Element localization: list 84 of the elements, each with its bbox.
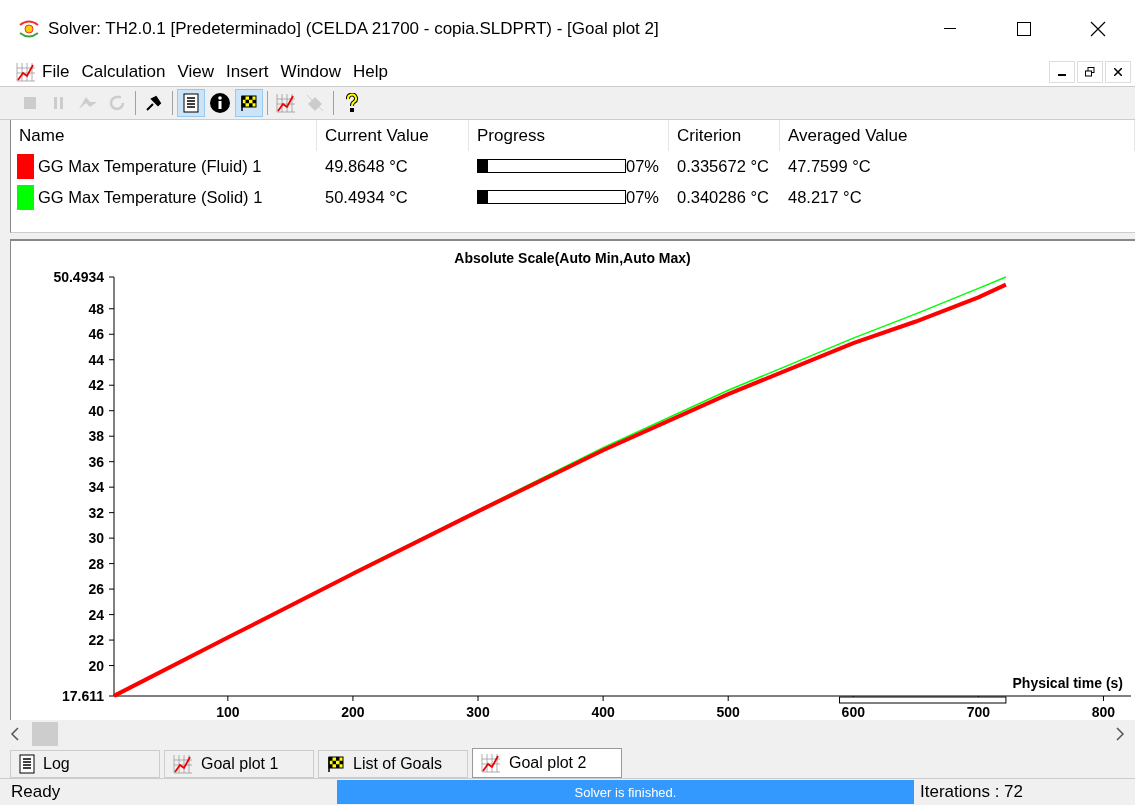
- refresh-icon: [108, 93, 126, 112]
- x-tick-label: 400: [591, 703, 615, 719]
- close-icon: [1114, 67, 1122, 76]
- column-header[interactable]: Current Value: [317, 119, 469, 151]
- averaged-value: 48.217 °C: [787, 187, 863, 207]
- scroll-left-icon[interactable]: [10, 727, 20, 742]
- chart-title: Absolute Scale(Auto Min,Auto Max): [454, 249, 691, 266]
- window-title: Solver: TH2.0.1 [Predeterminado] (CELDA 21700 - copia.SLDPRT) - [Goal plot 2]: [48, 19, 660, 39]
- current-value: 50.4934 °C: [324, 187, 409, 207]
- document-icon: [183, 92, 199, 113]
- tab[interactable]: Goal plot 1: [164, 750, 314, 778]
- menu-item[interactable]: Calculation: [75, 61, 172, 82]
- toolbar-button[interactable]: [177, 88, 205, 117]
- column-header[interactable]: Averaged Value: [780, 119, 1135, 151]
- close-icon: [1090, 21, 1106, 37]
- x-tick-label: 300: [466, 703, 490, 719]
- menu-item[interactable]: Window: [274, 61, 348, 82]
- progress-text: 07%: [626, 187, 660, 207]
- scroll-right-icon[interactable]: [1115, 727, 1125, 742]
- criterion-value: 0.335672 °C: [676, 156, 770, 176]
- menu-item[interactable]: Insert: [220, 61, 275, 82]
- y-tick-label: 32: [88, 504, 104, 521]
- info-icon: [209, 91, 231, 114]
- x-tick-label: 100: [216, 703, 240, 719]
- maximize-icon: [1017, 22, 1031, 36]
- tab[interactable]: Goal plot 2: [472, 748, 622, 778]
- minimize-icon: [1058, 73, 1066, 76]
- y-tick-label: 50.4934: [53, 268, 104, 285]
- graph-icon: [16, 61, 36, 82]
- app-logo-icon: [18, 20, 40, 38]
- x-tick-label: 700: [966, 703, 991, 719]
- column-header[interactable]: Name: [11, 119, 317, 151]
- x-tick-label: 600: [841, 703, 865, 719]
- graph-icon: [481, 753, 501, 773]
- x-axis-label: Physical time (s): [1012, 674, 1123, 691]
- column-header[interactable]: Progress: [469, 119, 669, 151]
- graph-icon: [173, 754, 193, 774]
- goal-name: GG Max Temperature (Fluid) 1: [38, 156, 262, 176]
- y-tick-label: 36: [88, 453, 104, 470]
- iterations-count: Iterations : 72: [919, 782, 1023, 802]
- stop-icon: [24, 96, 36, 109]
- menu-item[interactable]: Help: [347, 61, 395, 82]
- scroll-thumb[interactable]: [32, 722, 58, 747]
- restore-button[interactable]: [1077, 60, 1103, 83]
- goal-name: GG Max Temperature (Solid) 1: [38, 187, 263, 207]
- tab[interactable]: List of Goals: [318, 750, 468, 778]
- restore-icon: [1085, 66, 1095, 77]
- y-tick-label: 22: [88, 631, 104, 648]
- y-tick-label: 38: [88, 427, 104, 444]
- close-button[interactable]: [1105, 60, 1131, 83]
- x-tick-label: 200: [341, 703, 365, 719]
- x-tick-label: 500: [716, 703, 740, 719]
- y-tick-label: 34: [88, 478, 104, 495]
- averaged-value: 47.7599 °C: [787, 156, 872, 176]
- checkered-flag-icon: [327, 755, 345, 773]
- y-tick-label: 44: [88, 351, 104, 368]
- current-value: 49.8648 °C: [324, 156, 409, 176]
- y-tick-label: 28: [88, 555, 104, 572]
- y-tick-label: 24: [88, 606, 104, 623]
- criterion-value: 0.340286 °C: [676, 187, 770, 207]
- toolbar-button[interactable]: [235, 88, 263, 117]
- menu-item[interactable]: File: [36, 61, 76, 82]
- document-icon: [19, 754, 35, 774]
- y-tick-label: 40: [88, 402, 104, 419]
- y-tick-label: 42: [88, 377, 104, 393]
- graph-icon: [276, 92, 296, 113]
- checkered-flag-icon: [240, 93, 258, 112]
- pause-icon: [54, 96, 64, 109]
- tab[interactable]: Log: [10, 750, 160, 778]
- status-text: Ready: [10, 782, 62, 802]
- y-tick-label: 17.611: [61, 687, 104, 704]
- x-tick-label: 800: [1091, 703, 1116, 719]
- y-tick-label: 20: [88, 657, 104, 674]
- minimize-button[interactable]: [1049, 60, 1075, 83]
- menu-item[interactable]: View: [171, 61, 221, 82]
- column-header[interactable]: Criterion: [669, 119, 780, 151]
- y-tick-label: 26: [88, 580, 104, 597]
- question-icon: [345, 92, 359, 113]
- minimize-icon: [944, 28, 956, 30]
- y-tick-label: 46: [88, 326, 104, 342]
- status-message: Solver is finished.: [337, 780, 914, 804]
- y-tick-label: 30: [88, 529, 104, 546]
- y-tick-label: 48: [88, 300, 104, 317]
- progress-text: 07%: [626, 156, 660, 176]
